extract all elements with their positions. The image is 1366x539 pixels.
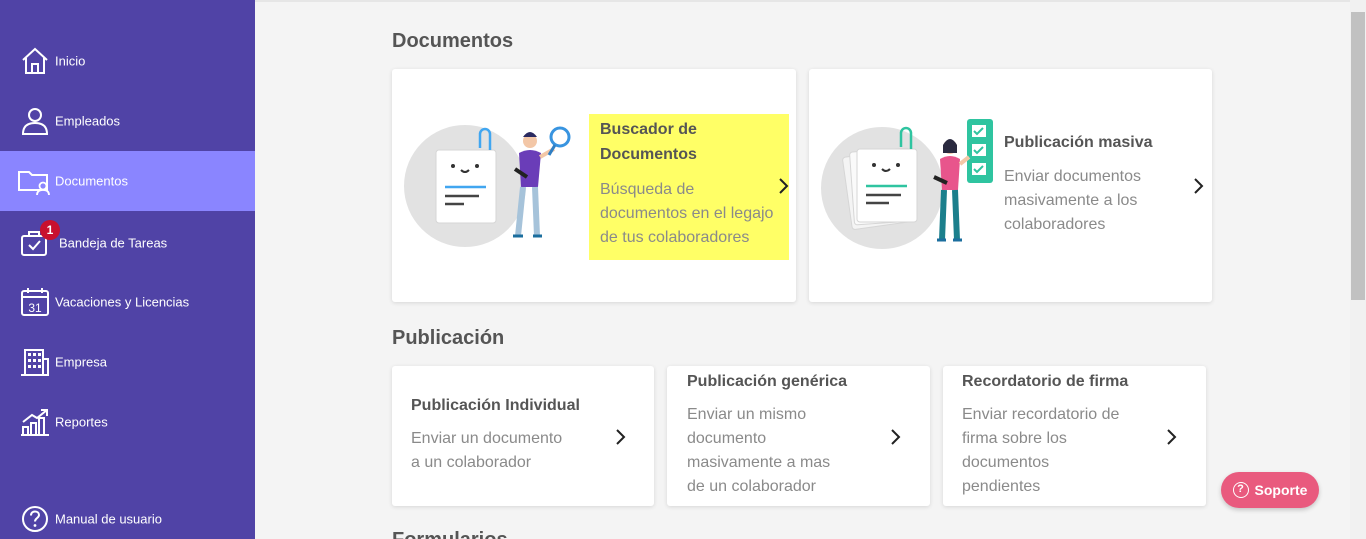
- support-label: Soporte: [1254, 482, 1308, 498]
- scrollbar-thumb[interactable]: [1351, 12, 1365, 300]
- sidebar-item-empleados[interactable]: Empleados: [0, 91, 255, 151]
- card-title: Publicación masiva: [1004, 134, 1153, 151]
- card-description-line: documentos en el legajo: [600, 205, 774, 222]
- chart-growth-icon: [21, 409, 49, 436]
- sidebar-item-label: Inicio: [55, 53, 86, 69]
- sidebar-item-reportes[interactable]: Reportes: [0, 392, 255, 452]
- card-title-line: Documentos: [600, 146, 697, 163]
- user-icon: [21, 108, 49, 135]
- card-description-line: firma sobre los: [962, 430, 1067, 447]
- card-description: Enviar un mismo documento masivamente a …: [687, 403, 830, 499]
- search-documents-illustration: [404, 125, 571, 247]
- card-title-line: Buscador de: [600, 121, 697, 138]
- card-description-line: a un colaborador: [411, 454, 532, 471]
- sidebar-item-vacaciones-y-licencias[interactable]: 31 Vacaciones y Licencias: [0, 272, 255, 332]
- card-description-line: masivamente a los: [1004, 192, 1138, 209]
- card-description: Búsqueda de documentos en el legajo de t…: [600, 178, 773, 250]
- sidebar: Inicio Empleados Documentos 1 Bandeja de…: [0, 0, 255, 539]
- card-description-line: de tus colaboradores: [600, 229, 750, 246]
- card-title: Publicación genérica: [687, 373, 848, 390]
- chevron-right-icon: [1167, 429, 1177, 445]
- chevron-right-icon: [779, 178, 789, 194]
- card-description-line: de un colaborador: [687, 478, 816, 495]
- sidebar-item-label: Reportes: [55, 414, 108, 430]
- chevron-right-icon: [891, 429, 901, 445]
- building-icon: [21, 349, 49, 376]
- sidebar-item-label: Manual de usuario: [55, 511, 162, 527]
- card-buscador-de-documentos[interactable]: Buscador de Documentos Búsqueda de docum…: [392, 69, 796, 302]
- help-circle-icon: [22, 506, 48, 532]
- card-title: Recordatorio de firma: [962, 373, 1129, 390]
- calendar-icon: 31: [21, 288, 49, 316]
- section-title-formularios: Formularios: [392, 528, 508, 539]
- sidebar-item-documentos[interactable]: Documentos: [0, 151, 255, 211]
- card-description-line: Enviar un documento: [411, 430, 563, 447]
- section-title-documentos: Documentos: [392, 30, 514, 52]
- sidebar-item-bandeja-de-tareas[interactable]: 1 Bandeja de Tareas: [0, 213, 255, 273]
- notification-badge: 1: [40, 220, 60, 240]
- sidebar-item-label: Documentos: [55, 173, 128, 189]
- card-description-line: Enviar documentos: [1004, 168, 1141, 185]
- card-description-line: documento: [687, 430, 767, 447]
- home-icon: [22, 47, 48, 74]
- card-description: Enviar un documento a un colaborador: [411, 427, 562, 475]
- card-description: Enviar documentos masivamente a los cola…: [1004, 165, 1141, 237]
- card-title: Buscador de Documentos: [600, 117, 697, 167]
- sidebar-item-label: Vacaciones y Licencias: [55, 294, 190, 310]
- card-publicacion-generica[interactable]: Publicación genérica Enviar un mismo doc…: [667, 366, 930, 506]
- question-circle-icon: ?: [1232, 482, 1249, 498]
- sidebar-item-label: Empresa: [55, 354, 108, 370]
- support-button[interactable]: ? Soporte: [1221, 472, 1319, 508]
- scrollbar[interactable]: [1350, 0, 1366, 539]
- card-description-line: Enviar un mismo: [687, 406, 807, 423]
- chevron-right-icon: [1194, 178, 1204, 194]
- card-description-line: colaboradores: [1004, 216, 1106, 233]
- card-description-line: masivamente a mas: [687, 454, 831, 471]
- sidebar-item-empresa[interactable]: Empresa: [0, 332, 255, 392]
- card-publicacion-individual[interactable]: Publicación Individual Enviar un documen…: [392, 366, 654, 506]
- card-description: Enviar recordatorio de firma sobre los d…: [962, 403, 1119, 499]
- card-description-line: documentos: [962, 454, 1050, 471]
- card-recordatorio-de-firma[interactable]: Recordatorio de firma Enviar recordatori…: [943, 366, 1206, 506]
- card-description-line: Búsqueda de: [600, 181, 695, 198]
- card-description-line: pendientes: [962, 478, 1041, 495]
- card-description-line: Enviar recordatorio de: [962, 406, 1120, 423]
- chevron-right-icon: [616, 429, 626, 445]
- calendar-day: 31: [28, 301, 42, 315]
- bulk-publish-illustration: [821, 119, 993, 249]
- sidebar-item-manual-de-usuario[interactable]: Manual de usuario: [0, 489, 255, 539]
- sidebar-item-label: Empleados: [55, 113, 121, 129]
- section-title-publicacion: Publicación: [392, 327, 505, 349]
- sidebar-item-label: Bandeja de Tareas: [59, 235, 168, 251]
- card-publicacion-masiva[interactable]: Publicación masiva Enviar documentos mas…: [809, 69, 1212, 302]
- card-title: Publicación Individual: [411, 397, 580, 414]
- folder-user-icon: [18, 171, 50, 196]
- top-divider: [255, 0, 1350, 2]
- sidebar-item-inicio[interactable]: Inicio: [0, 31, 255, 91]
